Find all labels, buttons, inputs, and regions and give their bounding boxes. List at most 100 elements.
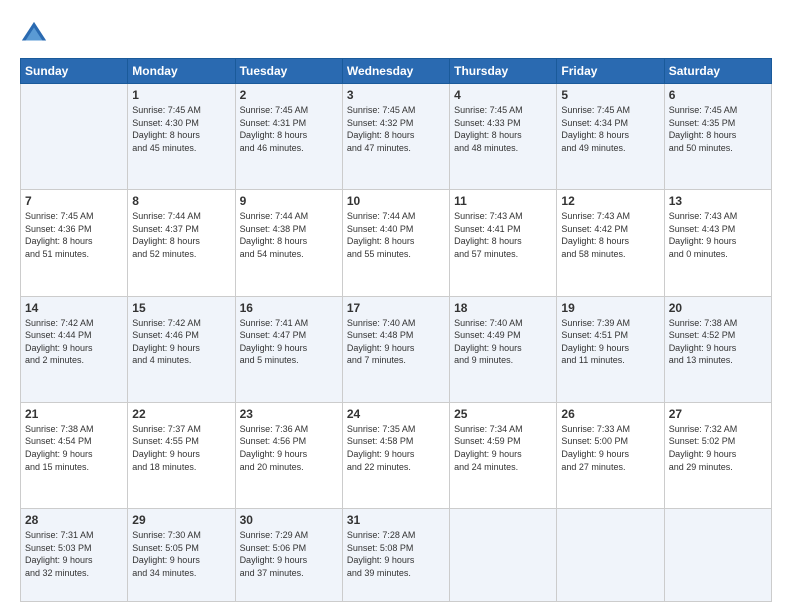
cell-info: Sunrise: 7:40 AMSunset: 4:48 PMDaylight:… xyxy=(347,317,445,367)
calendar-header-thursday: Thursday xyxy=(450,59,557,84)
calendar-cell: 21Sunrise: 7:38 AMSunset: 4:54 PMDayligh… xyxy=(21,402,128,508)
cell-info: Sunrise: 7:45 AMSunset: 4:33 PMDaylight:… xyxy=(454,104,552,154)
calendar-header-saturday: Saturday xyxy=(664,59,771,84)
cell-info: Sunrise: 7:30 AMSunset: 5:05 PMDaylight:… xyxy=(132,529,230,579)
day-number: 15 xyxy=(132,301,230,315)
calendar-cell: 9 Sunrise: 7:44 AMSunset: 4:38 PMDaylight… xyxy=(235,190,342,296)
cell-info: Sunrise: 7:28 AMSunset: 5:08 PMDaylight:… xyxy=(347,529,445,579)
day-number: 11 xyxy=(454,194,552,208)
calendar-cell: 8 Sunrise: 7:44 AMSunset: 4:37 PMDaylight… xyxy=(128,190,235,296)
calendar-cell: 17 Sunrise: 7:40 AMSunset: 4:48 PMDayligh… xyxy=(342,296,449,402)
day-number: 24 xyxy=(347,407,445,421)
cell-info: Sunrise: 7:35 AMSunset: 4:58 PMDaylight:… xyxy=(347,423,445,473)
cell-info: Sunrise: 7:43 AMSunset: 4:41 PMDaylight:… xyxy=(454,210,552,260)
day-number: 30 xyxy=(240,513,338,527)
cell-info: Sunrise: 7:43 AMSunset: 4:43 PMDaylight:… xyxy=(669,210,767,260)
day-number: 2 xyxy=(240,88,338,102)
calendar-cell xyxy=(664,509,771,602)
cell-info: Sunrise: 7:37 AMSunset: 4:55 PMDaylight:… xyxy=(132,423,230,473)
calendar-cell: 16 Sunrise: 7:41 AMSunset: 4:47 PMDayligh… xyxy=(235,296,342,402)
logo-icon xyxy=(20,20,48,48)
day-number: 28 xyxy=(25,513,123,527)
cell-info: Sunrise: 7:44 AMSunset: 4:37 PMDaylight:… xyxy=(132,210,230,260)
calendar-cell: 20 Sunrise: 7:38 AMSunset: 4:52 PMDayligh… xyxy=(664,296,771,402)
cell-info: Sunrise: 7:44 AMSunset: 4:38 PMDaylight:… xyxy=(240,210,338,260)
cell-info: Sunrise: 7:31 AMSunset: 5:03 PMDaylight:… xyxy=(25,529,123,579)
cell-info: Sunrise: 7:45 AMSunset: 4:31 PMDaylight:… xyxy=(240,104,338,154)
day-number: 20 xyxy=(669,301,767,315)
cell-info: Sunrise: 7:44 AMSunset: 4:40 PMDaylight:… xyxy=(347,210,445,260)
day-number: 8 xyxy=(132,194,230,208)
calendar-week-row: 1Sunrise: 7:45 AMSunset: 4:30 PMDaylight… xyxy=(21,84,772,190)
cell-info: Sunrise: 7:33 AMSunset: 5:00 PMDaylight:… xyxy=(561,423,659,473)
calendar-cell: 28 Sunrise: 7:31 AMSunset: 5:03 PMDayligh… xyxy=(21,509,128,602)
calendar-cell: 6 Sunrise: 7:45 AMSunset: 4:35 PMDaylight… xyxy=(664,84,771,190)
cell-info: Sunrise: 7:34 AMSunset: 4:59 PMDaylight:… xyxy=(454,423,552,473)
day-number: 18 xyxy=(454,301,552,315)
day-number: 31 xyxy=(347,513,445,527)
calendar-cell: 29 Sunrise: 7:30 AMSunset: 5:05 PMDayligh… xyxy=(128,509,235,602)
calendar-header-wednesday: Wednesday xyxy=(342,59,449,84)
day-number: 12 xyxy=(561,194,659,208)
calendar-cell: 25 Sunrise: 7:34 AMSunset: 4:59 PMDayligh… xyxy=(450,402,557,508)
day-number: 1 xyxy=(132,88,230,102)
calendar-cell: 3 Sunrise: 7:45 AMSunset: 4:32 PMDaylight… xyxy=(342,84,449,190)
calendar-cell: 1Sunrise: 7:45 AMSunset: 4:30 PMDaylight… xyxy=(128,84,235,190)
cell-info: Sunrise: 7:45 AMSunset: 4:34 PMDaylight:… xyxy=(561,104,659,154)
calendar-header-friday: Friday xyxy=(557,59,664,84)
day-number: 29 xyxy=(132,513,230,527)
calendar-cell: 30 Sunrise: 7:29 AMSunset: 5:06 PMDayligh… xyxy=(235,509,342,602)
day-number: 4 xyxy=(454,88,552,102)
day-number: 27 xyxy=(669,407,767,421)
day-number: 16 xyxy=(240,301,338,315)
day-number: 3 xyxy=(347,88,445,102)
cell-info: Sunrise: 7:45 AMSunset: 4:36 PMDaylight:… xyxy=(25,210,123,260)
cell-info: Sunrise: 7:38 AMSunset: 4:52 PMDaylight:… xyxy=(669,317,767,367)
calendar-cell: 5 Sunrise: 7:45 AMSunset: 4:34 PMDaylight… xyxy=(557,84,664,190)
calendar-week-row: 28 Sunrise: 7:31 AMSunset: 5:03 PMDayligh… xyxy=(21,509,772,602)
calendar-cell: 7 Sunrise: 7:45 AMSunset: 4:36 PMDaylight… xyxy=(21,190,128,296)
cell-info: Sunrise: 7:36 AMSunset: 4:56 PMDaylight:… xyxy=(240,423,338,473)
day-number: 19 xyxy=(561,301,659,315)
calendar-cell: 22 Sunrise: 7:37 AMSunset: 4:55 PMDayligh… xyxy=(128,402,235,508)
cell-info: Sunrise: 7:39 AMSunset: 4:51 PMDaylight:… xyxy=(561,317,659,367)
cell-info: Sunrise: 7:43 AMSunset: 4:42 PMDaylight:… xyxy=(561,210,659,260)
calendar: SundayMondayTuesdayWednesdayThursdayFrid… xyxy=(20,58,772,602)
day-number: 14 xyxy=(25,301,123,315)
calendar-cell xyxy=(557,509,664,602)
calendar-cell: 19 Sunrise: 7:39 AMSunset: 4:51 PMDayligh… xyxy=(557,296,664,402)
calendar-cell: 12 Sunrise: 7:43 AMSunset: 4:42 PMDayligh… xyxy=(557,190,664,296)
day-number: 5 xyxy=(561,88,659,102)
calendar-week-row: 21Sunrise: 7:38 AMSunset: 4:54 PMDayligh… xyxy=(21,402,772,508)
day-number: 22 xyxy=(132,407,230,421)
calendar-cell: 4 Sunrise: 7:45 AMSunset: 4:33 PMDaylight… xyxy=(450,84,557,190)
day-number: 6 xyxy=(669,88,767,102)
cell-info: Sunrise: 7:45 AMSunset: 4:35 PMDaylight:… xyxy=(669,104,767,154)
calendar-week-row: 14 Sunrise: 7:42 AMSunset: 4:44 PMDayligh… xyxy=(21,296,772,402)
calendar-cell: 14 Sunrise: 7:42 AMSunset: 4:44 PMDayligh… xyxy=(21,296,128,402)
calendar-cell: 13 Sunrise: 7:43 AMSunset: 4:43 PMDayligh… xyxy=(664,190,771,296)
calendar-cell: 2 Sunrise: 7:45 AMSunset: 4:31 PMDaylight… xyxy=(235,84,342,190)
cell-info: Sunrise: 7:42 AMSunset: 4:44 PMDaylight:… xyxy=(25,317,123,367)
cell-info: Sunrise: 7:40 AMSunset: 4:49 PMDaylight:… xyxy=(454,317,552,367)
calendar-cell: 24 Sunrise: 7:35 AMSunset: 4:58 PMDayligh… xyxy=(342,402,449,508)
day-number: 9 xyxy=(240,194,338,208)
day-number: 7 xyxy=(25,194,123,208)
calendar-cell: 31 Sunrise: 7:28 AMSunset: 5:08 PMDayligh… xyxy=(342,509,449,602)
cell-info: Sunrise: 7:45 AMSunset: 4:32 PMDaylight:… xyxy=(347,104,445,154)
cell-info: Sunrise: 7:41 AMSunset: 4:47 PMDaylight:… xyxy=(240,317,338,367)
header xyxy=(20,20,772,48)
calendar-cell xyxy=(450,509,557,602)
day-number: 13 xyxy=(669,194,767,208)
calendar-week-row: 7 Sunrise: 7:45 AMSunset: 4:36 PMDaylight… xyxy=(21,190,772,296)
day-number: 25 xyxy=(454,407,552,421)
page: SundayMondayTuesdayWednesdayThursdayFrid… xyxy=(0,0,792,612)
calendar-cell: 23Sunrise: 7:36 AMSunset: 4:56 PMDayligh… xyxy=(235,402,342,508)
calendar-cell: 11 Sunrise: 7:43 AMSunset: 4:41 PMDayligh… xyxy=(450,190,557,296)
day-number: 17 xyxy=(347,301,445,315)
calendar-header-sunday: Sunday xyxy=(21,59,128,84)
calendar-cell: 27Sunrise: 7:32 AMSunset: 5:02 PMDayligh… xyxy=(664,402,771,508)
cell-info: Sunrise: 7:29 AMSunset: 5:06 PMDaylight:… xyxy=(240,529,338,579)
calendar-header-tuesday: Tuesday xyxy=(235,59,342,84)
calendar-cell: 15Sunrise: 7:42 AMSunset: 4:46 PMDayligh… xyxy=(128,296,235,402)
